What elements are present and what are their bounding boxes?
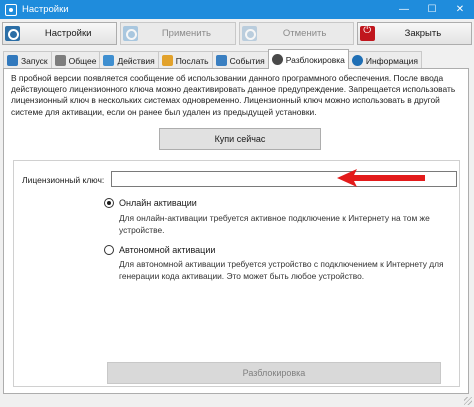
envelope-icon — [161, 55, 173, 66]
tab-label: События — [229, 55, 265, 66]
tools-icon — [54, 55, 66, 66]
red-arrow-icon — [337, 169, 425, 187]
offline-radio[interactable] — [104, 245, 114, 255]
unlock-button[interactable]: Разблокировка — [107, 362, 441, 384]
settings-icon — [5, 26, 20, 41]
window-title: Настройки — [22, 4, 69, 15]
offline-description: Для автономной активации требуется устро… — [119, 259, 444, 281]
tab-general[interactable]: Общее — [50, 51, 101, 69]
minimize-button[interactable]: — — [390, 0, 418, 19]
online-activation-option[interactable]: Онлайн активации — [104, 198, 197, 208]
tab-bar: Запуск Общее Действия Послать События Ра… — [3, 49, 472, 69]
tab-unlock[interactable]: Разблокировка — [267, 49, 349, 69]
tab-send[interactable]: Послать — [157, 51, 213, 69]
tab-label: Общее — [68, 55, 97, 66]
license-key-label: Лицензионный ключ: — [22, 175, 105, 185]
cancel-icon — [241, 26, 257, 41]
close-button[interactable]: Закрыть — [356, 22, 472, 45]
tab-label: Послать — [175, 55, 209, 66]
apply-button-label: Применить — [161, 28, 211, 39]
settings-button[interactable]: Настройки — [2, 22, 118, 45]
unlock-icon — [271, 54, 283, 65]
unlock-panel: В пробной версии появляется сообщение об… — [3, 68, 469, 394]
window-controls: — ☐ ✕ — [390, 0, 474, 19]
events-icon — [215, 55, 227, 66]
launch-icon — [7, 55, 18, 66]
resize-grip[interactable] — [464, 397, 472, 405]
maximize-button[interactable]: ☐ — [418, 0, 446, 19]
tab-label: Запуск — [21, 55, 48, 66]
actions-icon — [103, 55, 115, 66]
tab-launch[interactable]: Запуск — [3, 51, 52, 69]
cancel-button-label: Отменить — [282, 28, 327, 39]
settings-button-label: Настройки — [44, 28, 92, 39]
cancel-button[interactable]: Отменить — [238, 22, 354, 45]
close-button-label: Закрыть — [404, 28, 442, 39]
offline-activation-option[interactable]: Автономной активации — [104, 245, 215, 255]
close-window-button[interactable]: ✕ — [446, 0, 474, 19]
tab-label: Разблокировка — [285, 54, 345, 65]
title-bar: Настройки — ☐ ✕ — [0, 0, 474, 19]
online-radio[interactable] — [104, 198, 114, 208]
apply-button[interactable]: Применить — [120, 22, 236, 45]
power-icon — [359, 25, 375, 41]
buy-now-button[interactable]: Купи сейчас — [159, 128, 321, 150]
info-icon — [351, 55, 363, 66]
app-icon — [5, 3, 17, 16]
tab-info[interactable]: Информация — [347, 51, 422, 69]
tab-events[interactable]: События — [211, 51, 269, 69]
tab-label: Информация — [365, 55, 418, 66]
apply-icon — [123, 26, 139, 41]
tab-actions[interactable]: Действия — [99, 51, 159, 69]
tab-label: Действия — [117, 55, 155, 66]
offline-label: Автономной активации — [119, 245, 216, 255]
activation-group: Лицензионный ключ: Онлайн активации Для … — [13, 160, 460, 387]
intro-text: В пробной версии появляется сообщение об… — [11, 73, 456, 117]
online-label: Онлайн активации — [119, 198, 197, 208]
toolbar: Настройки Применить Отменить Закрыть — [0, 19, 474, 47]
online-description: Для онлайн-активации требуется активное … — [119, 213, 430, 235]
